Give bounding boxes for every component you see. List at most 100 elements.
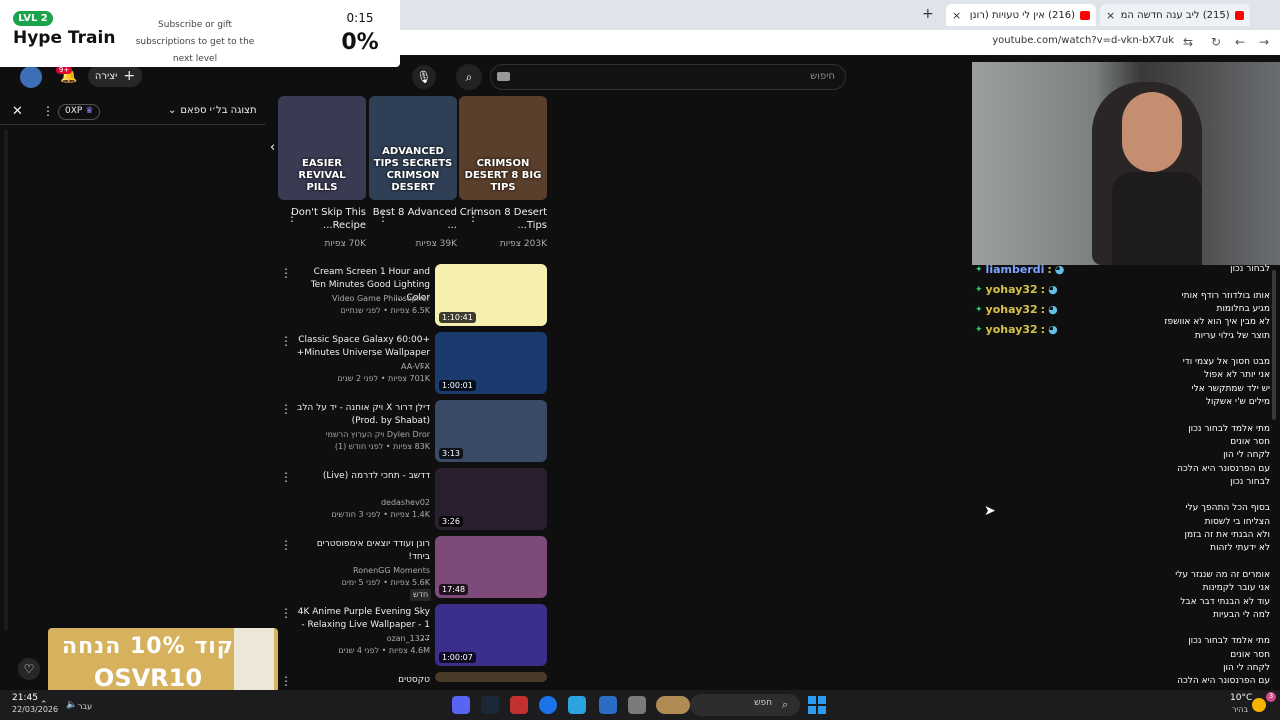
more-icon[interactable]: ⋮ [280, 606, 292, 620]
search-input[interactable]: חיפוש [490, 64, 846, 90]
discord-icon[interactable] [452, 696, 470, 714]
more-icon[interactable]: ⋮ [377, 210, 389, 224]
more-icon[interactable]: ⋮ [286, 210, 298, 224]
video-thumbnail[interactable]: 1:10:41 [435, 264, 547, 326]
video-thumbnail[interactable]: 1:00:07 [435, 604, 547, 666]
hype-train-timer: 0:15 [346, 11, 374, 25]
video-thumbnail[interactable]: 3:13 [435, 400, 547, 462]
separator: : [1040, 303, 1046, 316]
back-icon[interactable]: ← [1232, 34, 1248, 50]
search-icon: ⌕ [782, 698, 789, 711]
notification-badge: 3 [1266, 692, 1276, 702]
more-icon[interactable]: ⋮ [280, 538, 292, 552]
steam-icon[interactable] [481, 696, 499, 714]
chevron-up-icon[interactable]: ⌃ [40, 700, 48, 710]
thumbnail-text: CRIMSON DESERT 8 BIG TIPS [464, 158, 542, 193]
chevron-down-icon: ⌄ [168, 105, 177, 116]
volume-icon[interactable]: 🔈 [66, 700, 77, 710]
video-duration: 1:00:07 [439, 652, 476, 663]
forward-icon[interactable]: → [1256, 34, 1272, 50]
tune-icon[interactable]: ⇆ [1180, 34, 1196, 50]
close-icon[interactable]: × [1106, 9, 1115, 22]
close-icon[interactable]: × [952, 9, 961, 22]
browser-tab-active[interactable]: (216) אין לי טעויות (רונן אל... × [946, 4, 1096, 26]
new-tab-icon[interactable]: + [922, 6, 934, 22]
more-icon[interactable]: ⋮ [280, 334, 292, 348]
video-channel[interactable]: RonenGG Moments [296, 565, 430, 577]
scrollbar[interactable] [4, 130, 8, 630]
xp-badge[interactable]: 0XP ♛ [58, 104, 101, 120]
lyric-line: הצליחו בי לשסות [1204, 516, 1270, 527]
video-title[interactable]: דדשב - תחכי לדרמה (Live) [296, 470, 430, 483]
video-channel[interactable]: Video Game Philosopher [296, 293, 430, 305]
emote-icon: ◕ [1048, 303, 1058, 316]
browser-tab[interactable]: (215) ליב ענה חדשה המסע ל... × [1100, 4, 1250, 26]
short-views: 203K צפיות [499, 239, 547, 249]
crown-icon: ♛ [85, 106, 94, 116]
more-icon[interactable]: ⋮ [280, 470, 292, 484]
emote-icon: ◕ [1054, 263, 1065, 276]
close-icon[interactable]: ✕ [12, 104, 23, 119]
xp-value: 0XP [65, 106, 83, 116]
more-icon[interactable]: ⋮ [280, 402, 292, 416]
video-duration: 1:10:41 [439, 312, 476, 323]
lyric-line: חסר אונים [1230, 649, 1270, 660]
separator: : [1040, 323, 1046, 336]
short-thumbnail[interactable]: CRIMSON DESERT 8 BIG TIPS [459, 96, 547, 200]
video-thumbnail[interactable]: 1:00:01 [435, 332, 547, 394]
emote-icon: ◕ [1048, 323, 1058, 336]
stream-chat-entry: ✦ yohay32 : ◕ [975, 283, 1058, 296]
more-icon[interactable]: ⋮ [280, 674, 292, 688]
video-channel[interactable]: ozan_1327 [296, 633, 430, 645]
streamer-face [1122, 92, 1182, 172]
video-title[interactable]: טקסטים [296, 674, 430, 687]
url-field[interactable]: youtube.com/watch?v=d-vkn-bX7uk [992, 35, 1174, 46]
language-indicator[interactable]: עבר [78, 702, 92, 711]
video-meta: 1.4K צפיות • לפני 3 חודשים [331, 510, 430, 519]
video-channel[interactable]: Dylen Dror ויק הערוץ הרשמי [296, 429, 430, 441]
promo-text: קוד 10% הנחה [62, 634, 234, 659]
file-explorer-icon[interactable] [628, 696, 646, 714]
widgets-icon[interactable] [656, 696, 690, 714]
reload-icon[interactable]: ↻ [1208, 34, 1224, 50]
short-thumbnail[interactable]: EASIER REVIVAL PILLS [278, 96, 366, 200]
lyric-line: עוד לא הבנתי דבר אבל [1180, 596, 1270, 607]
video-duration: 3:26 [439, 516, 463, 527]
emote-icon: ◕ [1048, 283, 1058, 296]
windows-start-icon[interactable] [808, 696, 826, 714]
stream-chat-entry: ✦ yohay32 : ◕ [975, 323, 1058, 336]
avatar[interactable] [20, 66, 42, 88]
lyric-line: בסוף הכל התהפך עלי [1185, 503, 1270, 514]
create-button[interactable]: יצירה + [88, 65, 142, 87]
stream-chat-entry: ✦ liamberdi : ◕ [975, 263, 1064, 276]
microphone-icon[interactable]: 🎙 [412, 65, 436, 89]
video-channel[interactable]: AA-VFX [296, 361, 430, 373]
chrome-icon[interactable] [539, 696, 557, 714]
video-channel[interactable]: dedashev02 [296, 497, 430, 509]
keyboard-icon[interactable] [497, 72, 510, 81]
more-icon[interactable]: ⋮ [280, 266, 292, 280]
video-title[interactable]: רונן ועודד יוצאים אימפוסטרים ביחד! [296, 538, 430, 564]
lyric-line: עם הפרנסונר היא הלכה [1177, 463, 1270, 474]
game-icon[interactable] [510, 696, 528, 714]
more-icon[interactable]: ⋮ [42, 104, 54, 118]
heart-icon[interactable]: ♡ [18, 658, 40, 680]
apps-icon[interactable] [599, 696, 617, 714]
chat-mode-dropdown[interactable]: תצוגה בל׳י ספאם ⌄ [168, 105, 257, 116]
search-icon: ⌕ [465, 69, 473, 84]
video-thumbnail[interactable]: 17:48 [435, 536, 547, 598]
more-icon[interactable]: ⋮ [467, 210, 479, 224]
video-thumbnail[interactable]: 3:26 [435, 468, 547, 530]
search-button[interactable]: ⌕ [456, 64, 482, 90]
weather-icon [1252, 698, 1266, 712]
scrollbar[interactable] [1272, 270, 1276, 420]
video-thumbnail[interactable] [435, 672, 547, 682]
mod-icon: ✦ [975, 304, 983, 315]
clock-date: 22/03/2026 [12, 705, 59, 714]
lyric-line: אומרים זה מה שנגזר עלי [1175, 569, 1270, 580]
telegram-icon[interactable] [568, 696, 586, 714]
lyric-line: אני עובר לקמינות [1202, 583, 1270, 594]
create-label: יצירה [94, 70, 118, 82]
short-thumbnail[interactable]: ADVANCED TIPS SECRETS CRIMSON DESERT [369, 96, 457, 200]
video-title[interactable]: דילן דרור X ויק אוחנה - יד על הלב (Prod.… [296, 402, 430, 428]
